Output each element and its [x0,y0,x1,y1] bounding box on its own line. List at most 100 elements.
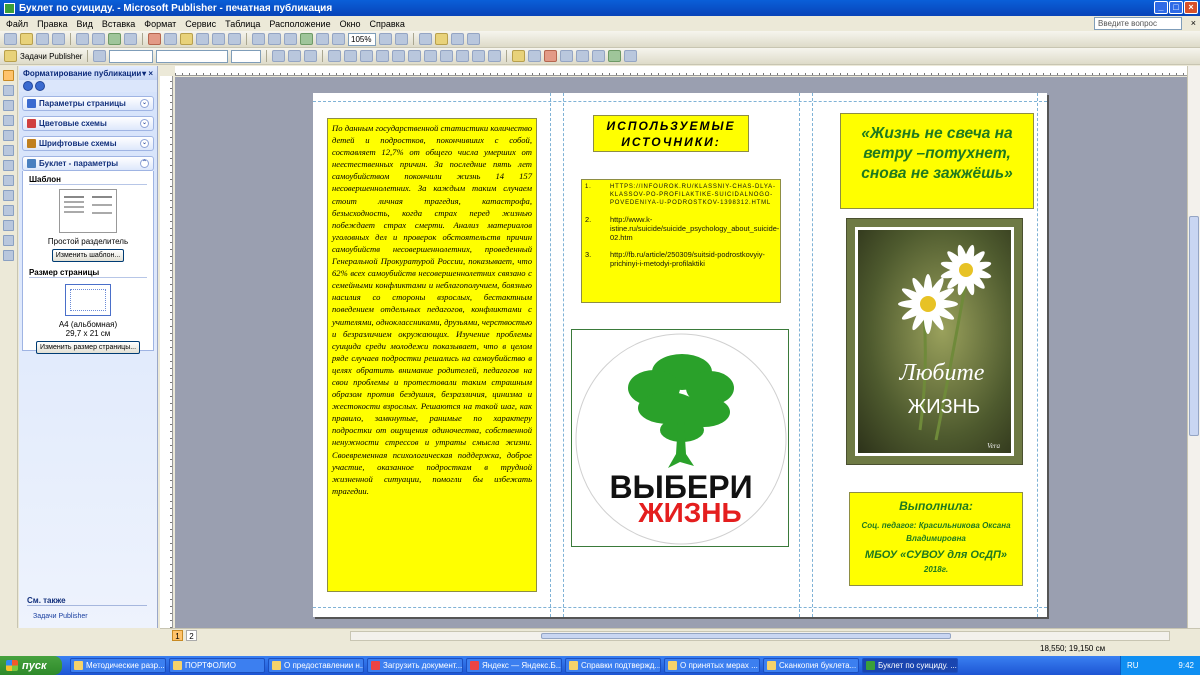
distribute-icon[interactable] [392,50,406,62]
help-icon[interactable] [419,33,432,45]
underline-icon[interactable] [304,50,318,62]
paste-icon[interactable] [180,33,193,45]
quote-box[interactable]: «Жизнь не свеча на ветру –потухнет, снов… [840,113,1034,209]
start-button[interactable]: пуск [0,656,62,675]
oval-icon[interactable] [3,175,14,186]
styles-icon[interactable] [93,50,107,62]
arrow-style-icon[interactable] [592,50,606,62]
font-combo[interactable] [156,49,229,63]
numbering-icon[interactable] [408,50,422,62]
taskbar-item[interactable]: О принятых мерах ... [664,658,760,673]
spelling-icon[interactable] [108,33,121,45]
menu-arrange[interactable]: Расположение [269,19,330,29]
align-center-icon[interactable] [344,50,358,62]
menu-tools[interactable]: Сервис [185,19,216,29]
copy-icon[interactable] [164,33,177,45]
style-combo[interactable] [109,49,154,63]
taskbar-item[interactable]: Сканкопия буклета... [763,658,859,673]
section-page-options[interactable]: Параметры страницы ⌄ [22,96,154,111]
save-icon[interactable] [36,33,49,45]
menu-insert[interactable]: Вставка [102,19,135,29]
menu-format[interactable]: Формат [144,19,176,29]
special-characters-icon[interactable] [332,33,345,45]
open-icon[interactable] [20,33,33,45]
daisy-photo-frame[interactable]: Любите ЖИЗНЬ Vera [846,218,1023,465]
bullets-icon[interactable] [424,50,438,62]
section-color-schemes[interactable]: Цветовые схемы ⌄ [22,116,154,131]
menu-view[interactable]: Вид [77,19,93,29]
wordart-icon[interactable] [3,115,14,126]
change-page-size-button[interactable]: Изменить размер страницы... [36,341,140,354]
redo-icon[interactable] [228,33,241,45]
taskbar-item[interactable]: О предоставлении н... [268,658,364,673]
minimize-button[interactable]: _ [1154,1,1168,14]
send-backward-icon[interactable] [268,33,281,45]
line-icon[interactable] [3,145,14,156]
font-color-icon[interactable] [544,50,558,62]
shadow-icon[interactable] [608,50,622,62]
italic-icon[interactable] [288,50,302,62]
zoom-out-icon[interactable] [379,33,392,45]
tasks-button[interactable]: Задачи Publisher [20,52,82,61]
source-link[interactable]: http://www.k-istine.ru/suicide/suicide_p… [610,215,779,242]
menu-edit[interactable]: Правка [37,19,67,29]
publisher-tasks-link[interactable]: Задачи Publisher [33,613,88,620]
new-icon[interactable] [4,33,17,45]
author-box[interactable]: Выполнила: Соц. педагог: Красильникова О… [849,492,1023,586]
menu-help[interactable]: Справка [370,19,405,29]
autoshapes-icon[interactable] [3,205,14,216]
maximize-button[interactable]: □ [1169,1,1183,14]
tasks-icon[interactable] [4,50,17,62]
ask-question-input[interactable]: Введите вопрос [1094,17,1182,30]
columns-icon[interactable] [316,33,329,45]
mail-icon[interactable] [52,33,65,45]
menu-table[interactable]: Таблица [225,19,260,29]
taskbar-item[interactable]: Методические разр... [70,658,166,673]
font-size-combo[interactable] [231,49,262,63]
picture-frame-icon[interactable] [3,130,14,141]
insert-table-icon[interactable] [3,100,14,111]
chevron-down-icon[interactable]: ⌄ [140,119,149,128]
back-icon[interactable] [23,81,33,91]
cut-icon[interactable] [148,33,161,45]
forward-icon[interactable] [35,81,45,91]
taskbar-item-active[interactable]: Буклет по суициду. ... [862,658,958,673]
change-template-button[interactable]: Изменить шаблон... [52,249,124,262]
format-painter-icon[interactable] [196,33,209,45]
close-button[interactable]: × [1184,1,1198,14]
dash-style-icon[interactable] [576,50,590,62]
chevron-down-icon[interactable]: ⌄ [140,99,149,108]
arrow-icon[interactable] [3,160,14,171]
font-size-up-icon[interactable] [488,50,502,62]
align-right-icon[interactable] [360,50,374,62]
vertical-ruler[interactable] [160,76,173,628]
document-close-icon[interactable]: × [1191,18,1196,28]
web-icon[interactable] [451,33,464,45]
zoom-in-icon[interactable] [395,33,408,45]
rectangle-icon[interactable] [3,190,14,201]
justify-icon[interactable] [376,50,390,62]
rotate-icon[interactable] [284,33,297,45]
vertical-scroll-thumb[interactable] [1189,216,1199,436]
language-indicator[interactable]: RU [1127,661,1139,670]
undo-icon[interactable] [212,33,225,45]
vertical-scrollbar[interactable] [1187,66,1200,628]
sources-title[interactable]: ИСПОЛЬЗУЕМЫЕ ИСТОЧНИКИ: [593,115,749,152]
research-icon[interactable] [124,33,137,45]
text-box-icon[interactable] [3,85,14,96]
chevron-up-icon[interactable]: ⌃ [140,159,149,168]
taskbar-item[interactable]: ПОРТФОЛИО [169,658,265,673]
sources-list[interactable]: 1. HTTPS://INFOUROK.RU/KLASSNIY-CHAS-DLY… [581,179,781,303]
page-tab-2[interactable]: 2 [186,630,197,641]
decrease-indent-icon[interactable] [440,50,454,62]
statistics-text-box[interactable]: По данным государственной статистики кол… [327,118,537,592]
print-preview-icon[interactable] [92,33,105,45]
select-objects-icon[interactable] [3,70,14,81]
taskbar-item[interactable]: Загрузить документ... [367,658,463,673]
bold-icon[interactable] [272,50,286,62]
horizontal-ruler[interactable] [175,66,1187,76]
fill-color-icon[interactable] [512,50,526,62]
hyperlink-icon[interactable] [300,33,313,45]
source-link[interactable]: HTTPS://INFOUROK.RU/KLASSNIY-CHAS-DLYA-K… [610,183,777,207]
taskbar-item[interactable]: Яндекс — Яндекс.Б... [466,658,562,673]
